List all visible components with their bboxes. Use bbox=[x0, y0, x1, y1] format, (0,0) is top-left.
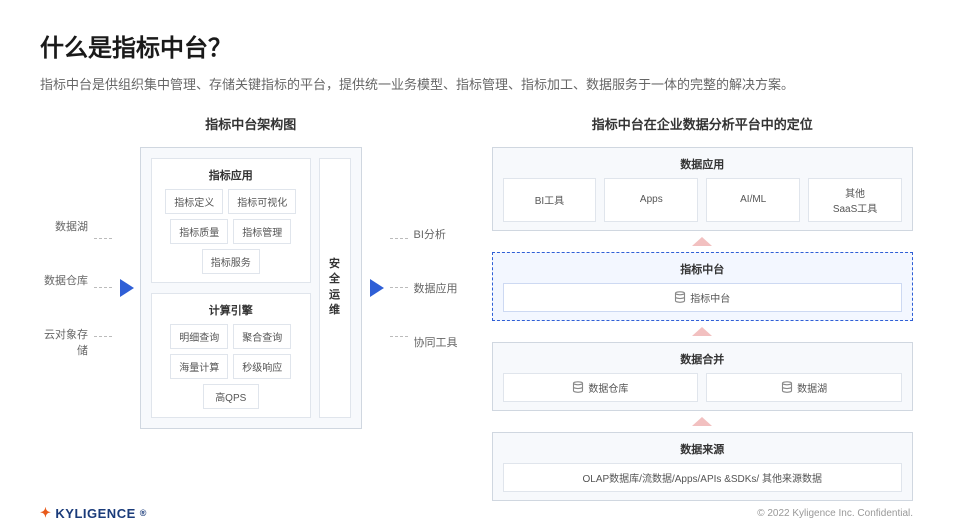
arrow-up-icon bbox=[692, 237, 712, 246]
layer-metrics: 指标中台 指标中台 bbox=[492, 252, 914, 321]
right-diagram: 指标中台在企业数据分析平台中的定位 数据应用 BI工具 Apps AI/ML 其… bbox=[492, 114, 914, 501]
output-item: BI分析 bbox=[414, 226, 462, 242]
layer-item: 其他 SaaS工具 bbox=[808, 178, 902, 222]
layer-item: OLAP数据库/流数据/Apps/APIs &SDKs/ 其他来源数据 bbox=[503, 463, 903, 492]
engine-item: 明细查询 bbox=[170, 324, 228, 349]
app-item: 指标管理 bbox=[233, 219, 291, 244]
page-title: 什么是指标中台？ bbox=[40, 28, 913, 63]
output-item: 协同工具 bbox=[414, 334, 462, 350]
app-item: 指标服务 bbox=[202, 249, 260, 274]
layer-item: 数据仓库 bbox=[503, 373, 699, 402]
app-section-title: 指标应用 bbox=[160, 167, 302, 183]
app-item: 指标定义 bbox=[165, 189, 223, 214]
engine-item: 聚合查询 bbox=[233, 324, 291, 349]
app-item: 指标质量 bbox=[170, 219, 228, 244]
layer-item: 指标中台 bbox=[503, 283, 903, 312]
engine-section: 计算引擎 明细查询 聚合查询 海量计算 秒级响应 高QPS bbox=[151, 293, 311, 418]
arrow-up-icon bbox=[692, 327, 712, 336]
arrow-up-icon bbox=[692, 417, 712, 426]
layer-title: 数据应用 bbox=[503, 156, 903, 172]
engine-item: 秒级响应 bbox=[233, 354, 291, 379]
engine-section-title: 计算引擎 bbox=[160, 302, 302, 318]
output-item: 数据应用 bbox=[414, 280, 462, 296]
layer-item: AI/ML bbox=[706, 178, 800, 222]
source-item: 云对象存储 bbox=[40, 326, 88, 358]
layer-source: 数据来源 OLAP数据库/流数据/Apps/APIs &SDKs/ 其他来源数据 bbox=[492, 432, 914, 501]
layer-item: Apps bbox=[604, 178, 698, 222]
copyright: © 2022 Kyligence Inc. Confidential. bbox=[757, 508, 913, 519]
logo-mark-icon: ✦ bbox=[40, 505, 51, 521]
layer-title: 数据来源 bbox=[503, 441, 903, 457]
layer-title: 指标中台 bbox=[503, 261, 903, 277]
app-item: 指标可视化 bbox=[228, 189, 296, 214]
app-section: 指标应用 指标定义 指标可视化 指标质量 指标管理 指标服务 bbox=[151, 158, 311, 283]
right-heading: 指标中台在企业数据分析平台中的定位 bbox=[492, 114, 914, 133]
engine-item: 海量计算 bbox=[170, 354, 228, 379]
arrow-right-icon bbox=[370, 279, 384, 297]
security-box: 安全 运维 bbox=[319, 158, 351, 418]
left-heading: 指标中台架构图 bbox=[40, 114, 462, 133]
layer-title: 数据合并 bbox=[503, 351, 903, 367]
source-item: 数据仓库 bbox=[40, 272, 88, 288]
page-subtitle: 指标中台是供组织集中管理、存储关键指标的平台，提供统一业务模型、指标管理、指标加… bbox=[40, 75, 913, 96]
arrow-right-icon bbox=[120, 279, 134, 297]
layer-merge: 数据合并 数据仓库 数据湖 bbox=[492, 342, 914, 411]
database-icon bbox=[781, 381, 793, 393]
layer-item: BI工具 bbox=[503, 178, 597, 222]
layer-apps: 数据应用 BI工具 Apps AI/ML 其他 SaaS工具 bbox=[492, 147, 914, 231]
database-icon bbox=[572, 381, 584, 393]
logo: ✦ KYLIGENCE® bbox=[40, 505, 147, 521]
architecture-box: 指标应用 指标定义 指标可视化 指标质量 指标管理 指标服务 计算引擎 bbox=[140, 147, 362, 429]
source-item: 数据湖 bbox=[40, 218, 88, 234]
engine-item: 高QPS bbox=[203, 384, 259, 409]
left-diagram: 指标中台架构图 数据湖 数据仓库 云对象存储 指标应用 指 bbox=[40, 114, 462, 501]
layer-item: 数据湖 bbox=[706, 373, 902, 402]
database-icon bbox=[674, 291, 686, 303]
